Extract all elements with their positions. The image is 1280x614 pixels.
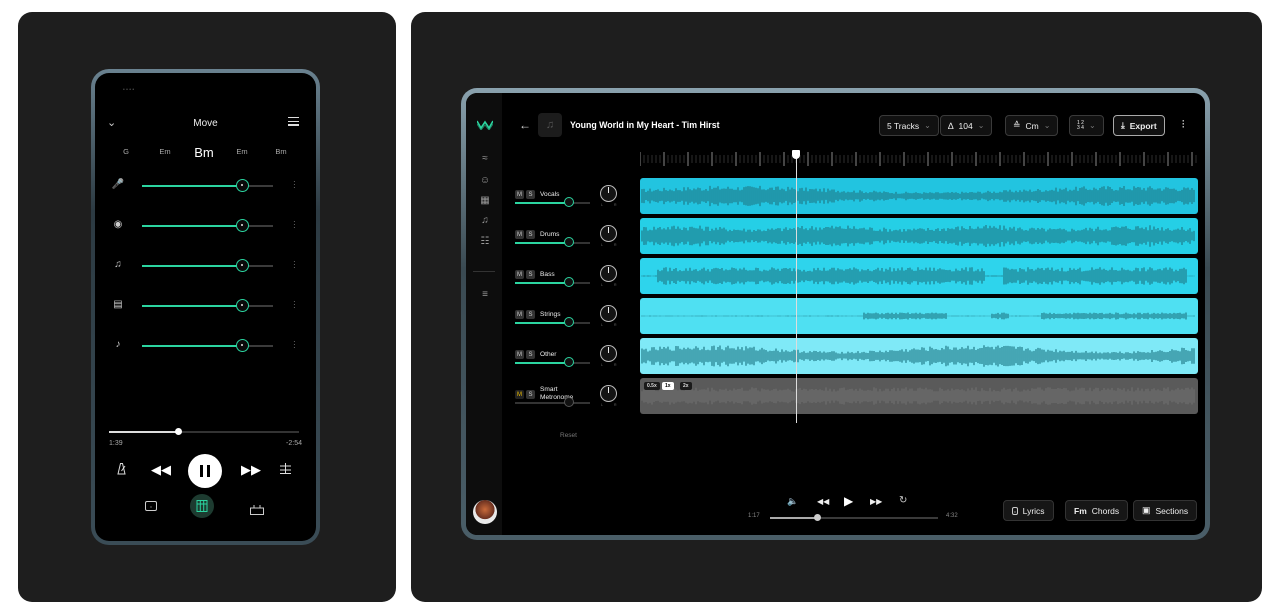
guitar-icon[interactable]: ♫ — [479, 215, 491, 226]
more-options-icon[interactable]: · · · — [293, 298, 296, 312]
waveform-lane[interactable] — [640, 338, 1198, 374]
waveform — [641, 387, 1195, 405]
waveform-lane[interactable] — [640, 218, 1198, 254]
chord-label: Bm — [275, 147, 287, 156]
waveform — [641, 267, 1195, 285]
waveform — [641, 225, 1195, 247]
chords-tab-button[interactable] — [190, 494, 214, 518]
more-options-icon[interactable]: · · · — [293, 178, 296, 192]
metronome-icon[interactable] — [115, 462, 128, 480]
speed-option[interactable]: 2x — [680, 382, 692, 390]
phone-screen: • • • • ⌄ Move G Em Bm Em Bm 🎤 · · · ◉ · · · ♫ · · · ▤ · ·… — [95, 73, 316, 541]
volume-slider-fill — [142, 225, 242, 227]
waveform — [641, 185, 1195, 207]
chord-label: G — [123, 147, 129, 156]
waveform-lanes: 0.5x 1x 2x — [503, 93, 1203, 423]
sections-label: Sections — [1155, 505, 1189, 516]
chord-label: Em — [236, 147, 248, 156]
waveform-lane[interactable] — [640, 298, 1198, 334]
volume-slider-handle[interactable] — [235, 219, 249, 232]
time-elapsed: 1:17 — [748, 513, 760, 519]
playhead[interactable] — [796, 153, 798, 423]
status-dots: • • • • — [123, 87, 135, 93]
rail-divider — [473, 271, 495, 272]
mixer-icon[interactable] — [279, 462, 292, 480]
volume-slider-fill — [142, 305, 242, 307]
waveform-path — [641, 225, 1195, 247]
tablet-frame: ≈ ☺ ▦ ♫ ☷ ≡ ← ♫ Young World in My Heart … — [461, 88, 1210, 540]
avatar[interactable] — [473, 500, 497, 524]
lyrics-icon[interactable]: „ — [145, 501, 157, 511]
piano-icon: ▤ — [113, 299, 123, 310]
speed-option[interactable]: 1x — [662, 382, 674, 390]
lyrics-icon: „ — [1012, 506, 1018, 515]
volume-slider-handle[interactable] — [235, 339, 249, 352]
volume-slider-fill — [142, 265, 242, 267]
volume-slider-handle[interactable] — [235, 259, 249, 272]
chords-label: Chords — [1091, 505, 1120, 516]
progress-handle[interactable] — [814, 514, 822, 521]
play-button[interactable]: ▶ — [844, 494, 853, 508]
speed-option[interactable]: 0.5x — [644, 382, 660, 390]
chords-button[interactable]: Fm Chords — [1065, 500, 1129, 521]
tablet-screen: ≈ ☺ ▦ ♫ ☷ ≡ ← ♫ Young World in My Heart … — [466, 93, 1205, 535]
sections-icon: ▣ — [1142, 505, 1151, 515]
volume-icon[interactable]: 🔈 — [787, 496, 798, 507]
chords-prefix: Fm — [1074, 505, 1087, 516]
share-icon[interactable]: ≈ — [479, 153, 491, 164]
more-options-icon[interactable]: · · · — [293, 218, 296, 232]
volume-slider-handle[interactable] — [235, 179, 249, 192]
waveform-lane[interactable]: 0.5x 1x 2x — [640, 378, 1198, 414]
rewind-icon[interactable]: ◀◀ — [151, 462, 171, 478]
song-title: Move — [193, 118, 218, 129]
waveform-path — [641, 345, 1195, 367]
phone-frame: • • • • ⌄ Move G Em Bm Em Bm 🎤 · · · ◉ · · · ♫ · · · ▤ · ·… — [91, 69, 320, 545]
reset-button[interactable]: Reset — [560, 432, 577, 439]
loop-icon[interactable]: ↻ — [899, 495, 907, 506]
voice-icon[interactable]: ☺ — [479, 175, 491, 186]
pause-button[interactable] — [188, 454, 222, 488]
bass-guitar-icon: ♫ — [114, 259, 122, 270]
sections-icon[interactable] — [250, 502, 264, 520]
more-options-icon[interactable]: · · · — [293, 258, 296, 272]
progress-fill — [770, 517, 818, 519]
phone-progress-fill — [109, 431, 179, 433]
playlist-icon[interactable]: ≡ — [479, 289, 491, 300]
more-options-icon[interactable]: · · · — [293, 338, 296, 352]
waveform-path — [641, 185, 1195, 207]
time-total: 4:32 — [946, 513, 958, 519]
waveform-lane[interactable] — [640, 178, 1198, 214]
volume-slider-fill — [142, 345, 242, 347]
lyrics-button[interactable]: „ Lyrics — [1003, 500, 1054, 521]
waveform — [641, 345, 1195, 367]
sections-button[interactable]: ▣ Sections — [1133, 500, 1198, 521]
chord-label: Em — [159, 147, 171, 156]
fast-forward-icon[interactable]: ▶▶ — [241, 462, 261, 478]
fast-forward-icon[interactable]: ▶▶ — [870, 497, 882, 506]
phone-progress-handle[interactable] — [175, 428, 183, 435]
music-note-icon: ♪ — [115, 339, 121, 350]
app-logo-icon[interactable] — [476, 117, 494, 135]
rewind-icon[interactable]: ◀◀ — [817, 497, 829, 506]
menu-icon[interactable] — [288, 117, 299, 126]
chord-grid-icon — [196, 500, 208, 512]
speaker-icon[interactable]: ▦ — [479, 195, 491, 206]
volume-slider-handle[interactable] — [235, 299, 249, 312]
waveform-path — [641, 312, 1195, 320]
phone-time-remaining: -2:54 — [286, 440, 302, 447]
phone-time-elapsed: 1:39 — [109, 440, 123, 447]
waveform-lane[interactable] — [640, 258, 1198, 294]
lyrics-label: Lyrics — [1022, 505, 1045, 516]
volume-slider-fill — [142, 185, 242, 187]
waveform-path — [641, 387, 1195, 405]
waveform-path — [641, 267, 1195, 285]
waveform — [641, 312, 1195, 320]
chord-label: Bm — [194, 145, 214, 160]
grid-icon[interactable]: ☷ — [479, 236, 491, 247]
drum-icon: ◉ — [113, 219, 123, 230]
microphone-icon: 🎤 — [111, 179, 125, 190]
